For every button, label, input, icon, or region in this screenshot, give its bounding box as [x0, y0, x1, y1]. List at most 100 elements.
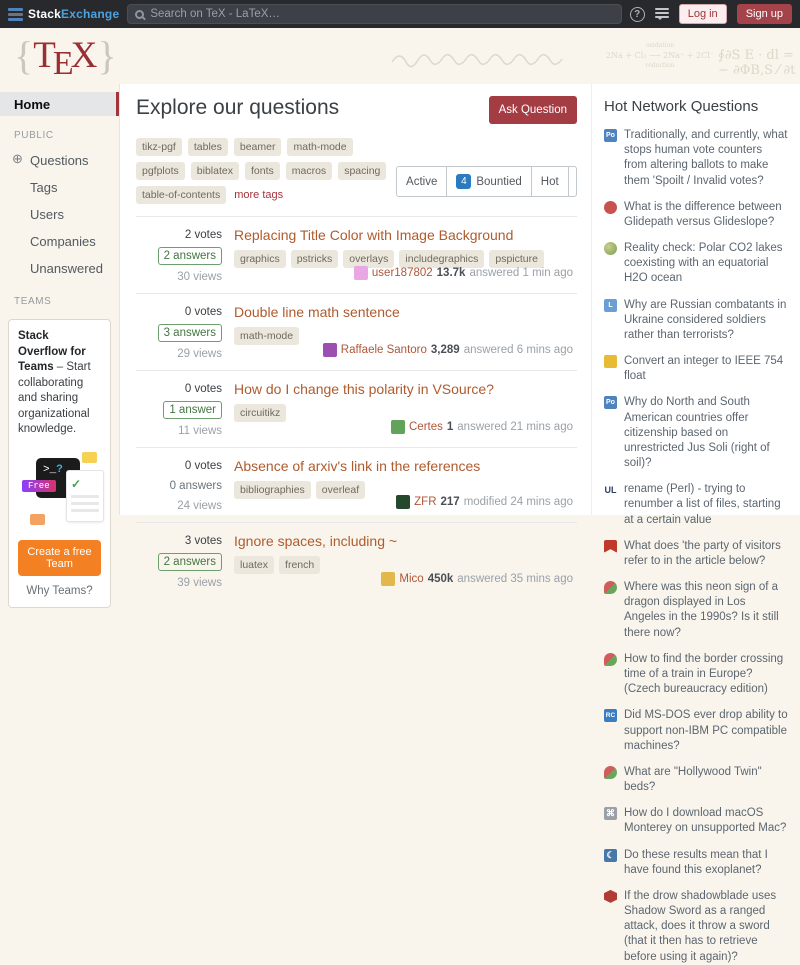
hot-question-text[interactable]: Do these results mean that I have found … — [624, 848, 788, 878]
hot-question[interactable]: ☾ Do these results mean that I have foun… — [604, 848, 788, 878]
avatar[interactable] — [323, 343, 337, 357]
tag[interactable]: luatex — [234, 556, 274, 574]
script-decoration — [390, 46, 570, 74]
hot-question-text[interactable]: Reality check: Polar CO2 lakes coexistin… — [624, 241, 788, 287]
question-row: 3 votes 2 answers 39 views Ignore spaces… — [136, 522, 577, 599]
sidebar-item-tags[interactable]: Tags — [0, 174, 119, 201]
more-tags-link[interactable]: more tags — [232, 186, 285, 204]
tag[interactable]: table-of-contents — [136, 186, 226, 204]
tab-hot[interactable]: Hot — [532, 167, 569, 196]
tex-site-logo[interactable]: {TEX} — [14, 32, 117, 79]
user-link[interactable]: Certes — [409, 421, 443, 433]
tag[interactable]: math-mode — [287, 138, 352, 156]
hot-question[interactable]: L Why are Russian combatants in Ukraine … — [604, 298, 788, 344]
tab-week[interactable]: Week — [569, 167, 577, 196]
hot-question-text[interactable]: Traditionally, and currently, what stops… — [624, 128, 788, 189]
hot-network-questions: Hot Network Questions Po Traditionally, … — [591, 84, 800, 515]
question-title-link[interactable]: How do I change this polarity in VSource… — [234, 381, 494, 397]
sidebar-item-users[interactable]: Users — [0, 201, 119, 228]
tag[interactable]: math-mode — [234, 327, 299, 345]
hot-question[interactable]: How to find the border crossing time of … — [604, 652, 788, 698]
answer-count: 2 answers — [158, 553, 222, 571]
site-icon: Po — [604, 129, 617, 142]
sidebar-item-questions[interactable]: ⊕ Questions — [0, 147, 119, 174]
hot-question[interactable]: Po Why do North and South American count… — [604, 395, 788, 471]
hot-question[interactable]: Convert an integer to IEEE 754 float — [604, 354, 788, 384]
user-link[interactable]: Mico — [399, 573, 423, 585]
hot-question[interactable]: RC Did MS-DOS ever drop ability to suppo… — [604, 708, 788, 754]
tag[interactable]: overleaf — [316, 481, 365, 499]
tag[interactable]: pstricks — [291, 250, 339, 268]
tag[interactable]: bibliographies — [234, 481, 311, 499]
hot-question-text[interactable]: What is the difference between Glidepath… — [624, 200, 788, 230]
user-link[interactable]: user187802 — [372, 267, 433, 279]
avatar[interactable] — [391, 420, 405, 434]
tab-active[interactable]: Active — [397, 167, 447, 196]
main-content: Explore our questions Ask Question tikz-… — [120, 84, 591, 515]
help-icon[interactable]: ? — [630, 7, 645, 22]
hot-question-text[interactable]: What are "Hollywood Twin" beds? — [624, 765, 788, 795]
site-icon: ⌘ — [604, 807, 617, 820]
tag[interactable]: tikz-pgf — [136, 138, 182, 156]
search-input[interactable] — [150, 8, 613, 20]
hot-question[interactable]: UL rename (Perl) - trying to renumber a … — [604, 482, 788, 528]
hot-question[interactable]: Reality check: Polar CO2 lakes coexistin… — [604, 241, 788, 287]
hot-question[interactable]: What is the difference between Glidepath… — [604, 200, 788, 230]
hot-question-text[interactable]: Where was this neon sign of a dragon dis… — [624, 580, 788, 641]
hot-question[interactable]: Where was this neon sign of a dragon dis… — [604, 580, 788, 641]
stackexchange-logo[interactable]: StackExchange — [8, 7, 119, 21]
avatar[interactable] — [354, 266, 368, 280]
hot-question[interactable]: Po Traditionally, and currently, what st… — [604, 128, 788, 189]
login-button[interactable]: Log in — [679, 4, 727, 24]
hot-network-title: Hot Network Questions — [604, 98, 788, 115]
question-title-link[interactable]: Double line math sentence — [234, 304, 400, 320]
user-link[interactable]: ZFR — [414, 496, 436, 508]
avatar[interactable] — [396, 495, 410, 509]
tag[interactable]: graphics — [234, 250, 286, 268]
question-activity: ZFR 217 modified 24 mins ago — [396, 495, 573, 509]
sidebar-item-unanswered[interactable]: Unanswered — [0, 255, 119, 282]
hot-question-text[interactable]: rename (Perl) - trying to renumber a lis… — [624, 482, 788, 528]
question-row: 0 votes 3 answers 29 views Double line m… — [136, 293, 577, 370]
tag[interactable]: tables — [188, 138, 228, 156]
hot-question[interactable]: What are "Hollywood Twin" beds? — [604, 765, 788, 795]
signup-button[interactable]: Sign up — [737, 4, 792, 24]
tab-bountied[interactable]: 4Bountied — [447, 167, 531, 196]
hot-question[interactable]: What does 'the party of visitors refer t… — [604, 539, 788, 569]
tag[interactable]: macros — [286, 162, 332, 180]
question-title-link[interactable]: Ignore spaces, including ~ — [234, 533, 397, 549]
tag[interactable]: circuitikz — [234, 404, 286, 422]
hot-question[interactable]: ⌘ How do I download macOS Monterey on un… — [604, 806, 788, 836]
hot-question-text[interactable]: Did MS-DOS ever drop ability to support … — [624, 708, 788, 754]
hot-question-text[interactable]: Convert an integer to IEEE 754 float — [624, 354, 788, 384]
create-team-button[interactable]: Create a free Team — [18, 540, 101, 576]
hot-question[interactable]: If the drow shadowblade uses Shadow Swor… — [604, 889, 788, 965]
user-reputation: 13.7k — [437, 267, 466, 279]
question-title-link[interactable]: Absence of arxiv's link in the reference… — [234, 458, 480, 474]
user-link[interactable]: Raffaele Santoro — [341, 344, 427, 356]
hot-question-text[interactable]: Why do North and South American countrie… — [624, 395, 788, 471]
checklist-icon: ✓ — [66, 470, 104, 522]
hot-question-text[interactable]: What does 'the party of visitors refer t… — [624, 539, 788, 569]
site-switcher-icon[interactable] — [655, 8, 669, 20]
tag[interactable]: beamer — [234, 138, 282, 156]
tag[interactable]: biblatex — [191, 162, 239, 180]
teams-illustration: >_? ✓ Free — [18, 448, 101, 534]
hot-question-text[interactable]: How do I download macOS Monterey on unsu… — [624, 806, 788, 836]
question-title-link[interactable]: Replacing Title Color with Image Backgro… — [234, 227, 544, 243]
hot-question-text[interactable]: Why are Russian combatants in Ukraine co… — [624, 298, 788, 344]
ask-question-button[interactable]: Ask Question — [489, 96, 577, 124]
tag[interactable]: spacing — [338, 162, 386, 180]
tag[interactable]: french — [279, 556, 320, 574]
why-teams-link[interactable]: Why Teams? — [18, 585, 101, 597]
sidebar-item-home[interactable]: Home — [0, 92, 119, 116]
search-box[interactable] — [127, 4, 621, 24]
activity-time: modified 24 mins ago — [464, 496, 573, 508]
avatar[interactable] — [381, 572, 395, 586]
tag[interactable]: pgfplots — [136, 162, 185, 180]
hot-question-text[interactable]: How to find the border crossing time of … — [624, 652, 788, 698]
sidebar-item-companies[interactable]: Companies — [0, 228, 119, 255]
chat-bubble-icon — [30, 514, 45, 525]
hot-question-text[interactable]: If the drow shadowblade uses Shadow Swor… — [624, 889, 788, 965]
tag[interactable]: fonts — [245, 162, 280, 180]
